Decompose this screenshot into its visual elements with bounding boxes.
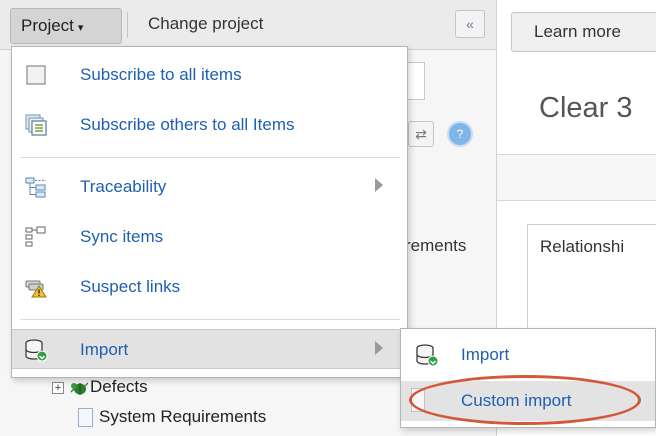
- menu-item-subscribe-all[interactable]: Subscribe to all items: [12, 55, 407, 95]
- submenu-item-import[interactable]: Import: [401, 335, 655, 375]
- bug-icon: [70, 382, 88, 395]
- tree-item-label: Defects: [90, 377, 148, 396]
- page-title: Clear 3: [539, 92, 633, 124]
- menu-item-traceability[interactable]: Traceability: [12, 167, 407, 207]
- submenu-arrow-icon: [375, 341, 383, 355]
- expand-icon[interactable]: +: [52, 381, 64, 394]
- relationships-panel: Relationshi: [527, 224, 656, 344]
- menu-separator: [20, 319, 400, 320]
- sync-items-icon: [25, 226, 46, 247]
- chevron-down-icon: ▾: [77, 22, 84, 34]
- document-icon: [78, 408, 93, 428]
- menu-item-sync-items[interactable]: Sync items: [12, 217, 407, 257]
- help-icon[interactable]: ?: [447, 121, 473, 147]
- import-submenu: Import Custom import: [400, 328, 656, 428]
- project-menu-label: Project: [21, 16, 74, 35]
- traceability-icon: [25, 177, 46, 198]
- menu-item-subscribe-others[interactable]: Subscribe others to all Items: [12, 105, 407, 145]
- menu-item-label: Import: [461, 345, 510, 364]
- highlight-annotation: [409, 375, 641, 425]
- import-icon: [25, 339, 48, 362]
- requirements-fragment: rements: [405, 236, 467, 255]
- menu-item-label: Suspect links: [80, 277, 181, 296]
- tree-item-label: System Requirements: [99, 407, 267, 426]
- menu-separator: [20, 157, 400, 158]
- refresh-icon[interactable]: ⇄: [408, 121, 434, 147]
- menu-item-import[interactable]: Import: [12, 329, 407, 369]
- menu-item-label: Subscribe to all items: [80, 65, 242, 84]
- subscribe-icon: [26, 65, 46, 85]
- tree-item-defects[interactable]: + Defects: [52, 375, 148, 399]
- relationships-heading: Relationshi: [540, 237, 625, 256]
- section-strip: [497, 155, 656, 201]
- tree-item-system-requirements[interactable]: System Requirements: [52, 405, 266, 429]
- change-project-link[interactable]: Change project: [148, 14, 263, 34]
- project-menu-button[interactable]: Project ▾: [10, 8, 122, 44]
- subscribe-others-icon: [25, 114, 47, 136]
- collapse-panel-icon[interactable]: «: [455, 10, 485, 38]
- menu-item-label: Sync items: [80, 227, 164, 246]
- menu-item-suspect-links[interactable]: Suspect links: [12, 267, 407, 307]
- suspect-links-icon: [25, 280, 47, 298]
- toolbar-divider: [127, 12, 128, 38]
- menu-item-label: Import: [80, 340, 129, 359]
- project-dropdown-menu: Subscribe to all items Subscribe others …: [11, 46, 408, 378]
- top-toolbar: Project ▾ Change project «: [0, 0, 496, 50]
- menu-item-label: Subscribe others to all Items: [80, 115, 295, 134]
- learn-more-button[interactable]: Learn more: [511, 12, 656, 52]
- import-icon: [416, 344, 439, 367]
- menu-item-label: Traceability: [80, 177, 167, 196]
- submenu-arrow-icon: [375, 178, 383, 192]
